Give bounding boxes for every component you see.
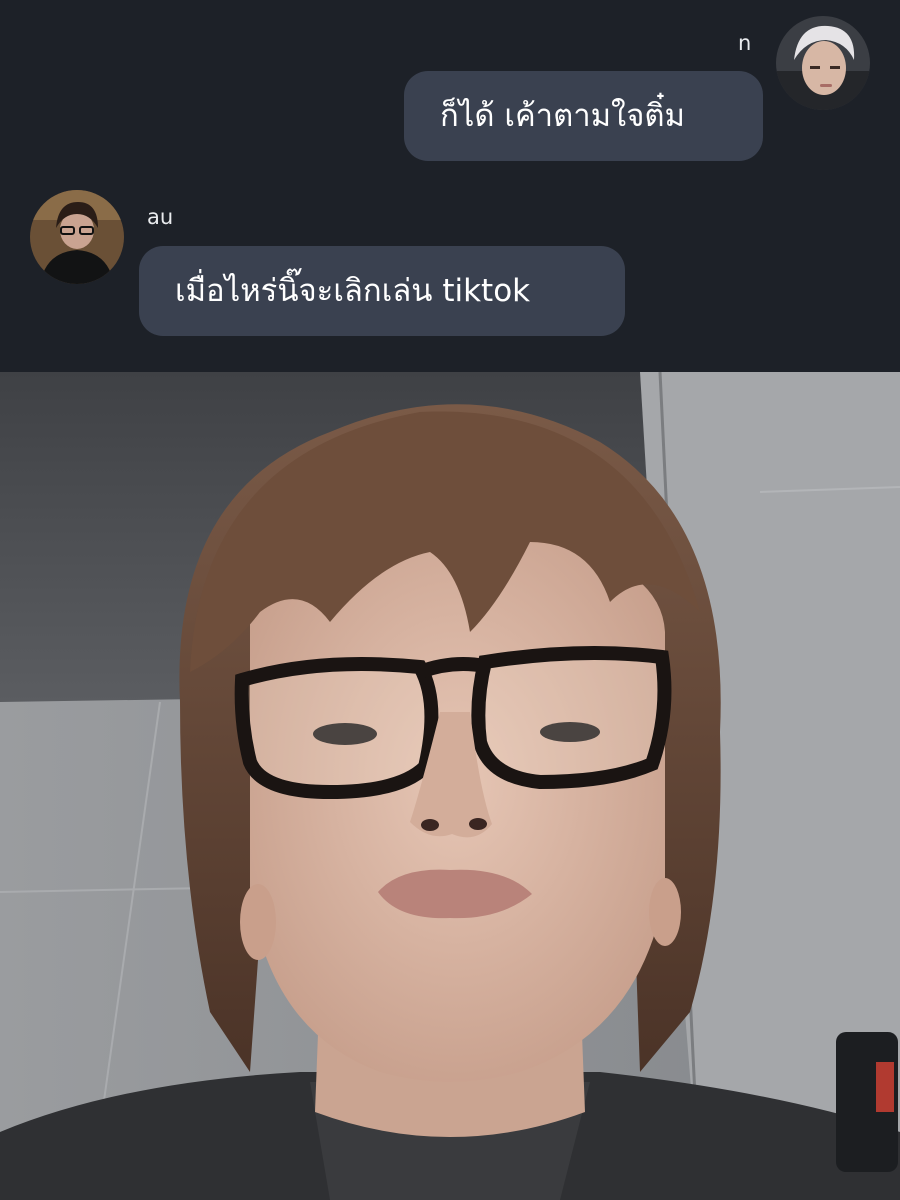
sender-name-n: n (738, 31, 752, 55)
message-bubble-n[interactable]: ก็ได้ เค้าตามใจติ๋ม (404, 71, 763, 161)
sender-name-au: au (147, 205, 174, 229)
chat-screenshot: n ก็ได้ เค้าตามใจติ๋ม au เมื่อไหร่นิ๊จะเ… (0, 0, 900, 1200)
selfie-image (0, 372, 900, 1200)
message-bubble-au[interactable]: เมื่อไหร่นิ๊จะเลิกเล่น tiktok (139, 246, 625, 336)
user-avatar-au[interactable] (30, 190, 124, 284)
attached-photo[interactable] (0, 372, 900, 1200)
user-avatar-n[interactable] (776, 16, 870, 110)
avatar-photo-icon (776, 16, 870, 110)
chat-panel: n ก็ได้ เค้าตามใจติ๋ม au เมื่อไหร่นิ๊จะเ… (0, 0, 900, 372)
avatar-photo-icon (30, 190, 124, 284)
